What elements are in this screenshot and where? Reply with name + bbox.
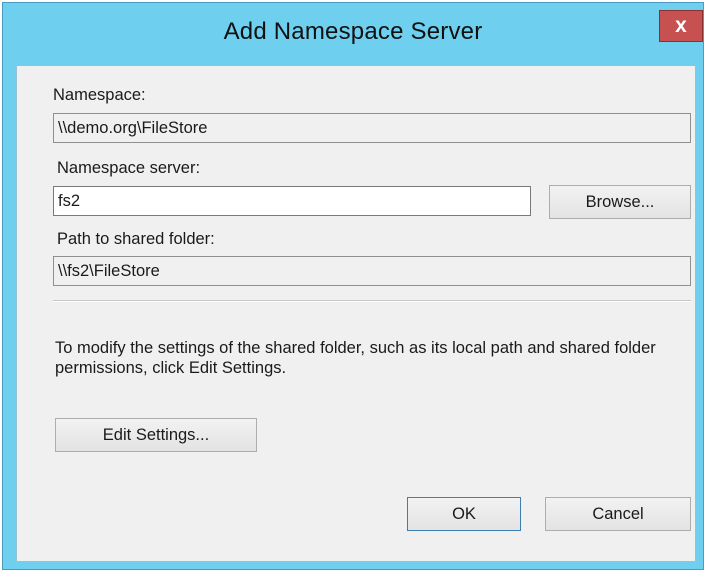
browse-button[interactable]: Browse...	[549, 185, 691, 219]
path-to-shared-folder-field: \\fs2\FileStore	[53, 256, 691, 286]
add-namespace-server-dialog: Add Namespace Server x Namespace: \\demo…	[2, 2, 704, 570]
namespace-server-input[interactable]: fs2	[53, 186, 531, 216]
path-to-shared-folder-label: Path to shared folder:	[57, 230, 215, 248]
cancel-button[interactable]: Cancel	[545, 497, 691, 531]
dialog-title: Add Namespace Server	[223, 18, 483, 45]
title-bar: Add Namespace Server x	[3, 3, 703, 65]
namespace-server-label: Namespace server:	[57, 159, 201, 177]
info-text: To modify the settings of the shared fol…	[55, 339, 656, 377]
dialog-content: Namespace: \\demo.org\FileStore Namespac…	[16, 65, 696, 562]
close-icon: x	[675, 14, 687, 37]
namespace-field: \\demo.org\FileStore	[53, 113, 691, 143]
edit-settings-button[interactable]: Edit Settings...	[55, 418, 257, 452]
ok-button[interactable]: OK	[407, 497, 521, 531]
separator	[53, 300, 691, 302]
close-button[interactable]: x	[659, 10, 703, 42]
namespace-label: Namespace:	[53, 86, 146, 104]
